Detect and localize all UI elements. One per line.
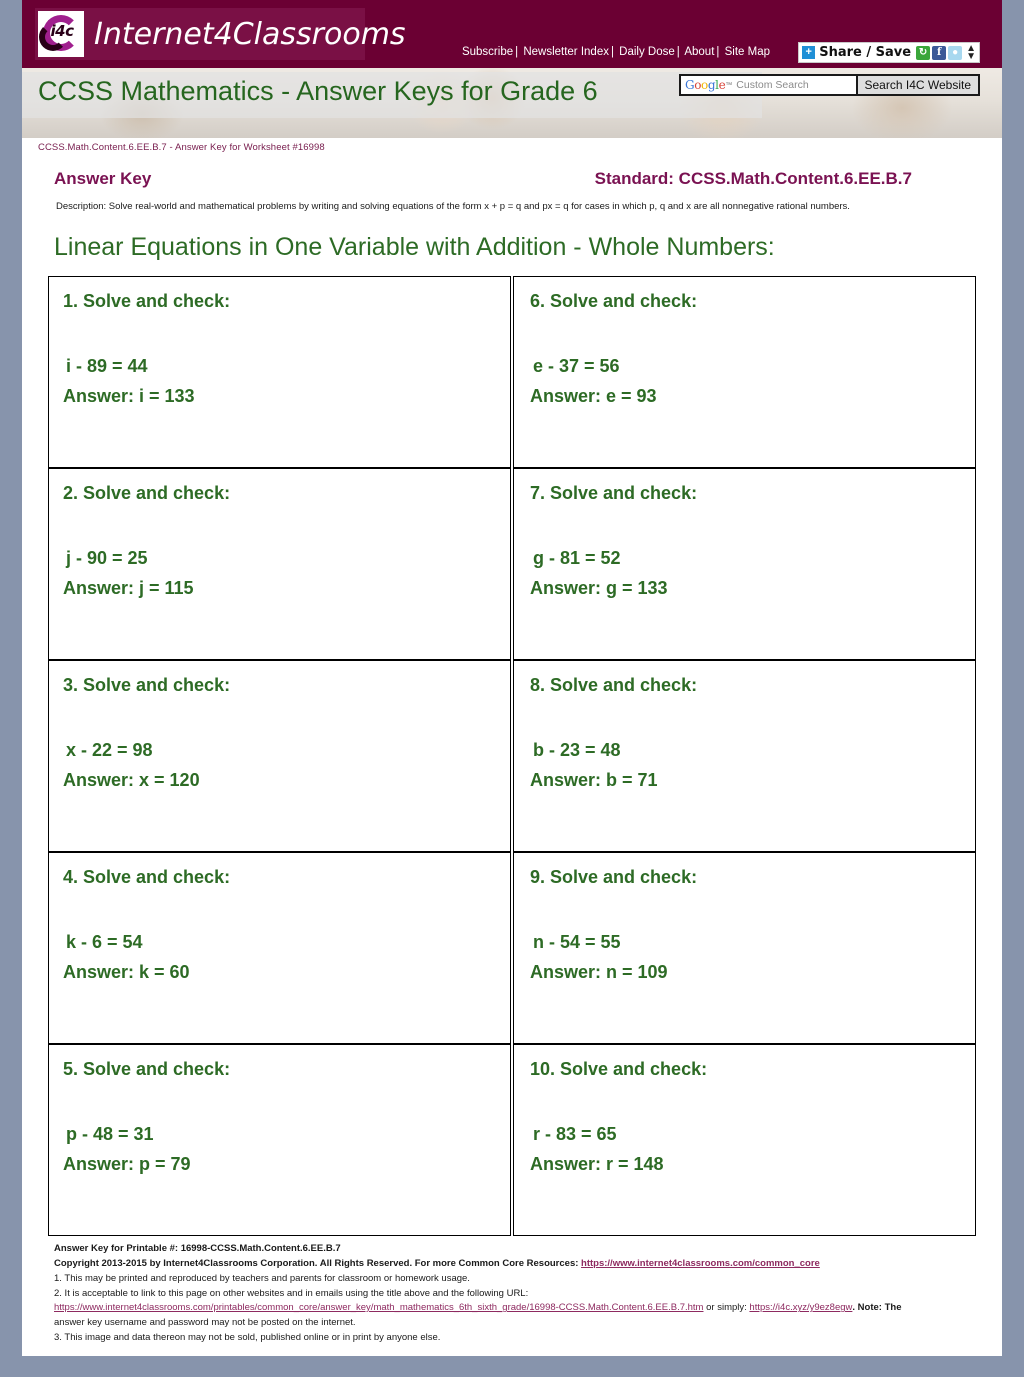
problem-answer: Answer: b = 71 (530, 770, 658, 791)
trademark-icon: ™ (725, 81, 733, 89)
problem-answer: Answer: i = 133 (63, 386, 195, 407)
worksheet-reference: CCSS.Math.Content.6.EE.B.7 - Answer Key … (38, 142, 325, 153)
problem-equation: k - 6 = 54 (66, 932, 143, 953)
problem-heading: 9. Solve and check: (530, 867, 698, 888)
nav-separator: | (676, 46, 680, 58)
problem-equation: i - 89 = 44 (66, 356, 148, 377)
i4c-logo-icon: i4c (38, 11, 84, 57)
site-header: i4c Internet4Classrooms Subscribe | Newsl… (22, 0, 1002, 68)
problem-answer: Answer: x = 120 (63, 770, 200, 791)
problems-column-right: 6. Solve and check: e - 37 = 56 Answer: … (513, 276, 976, 1237)
logo-badge-text: i4c (50, 22, 74, 40)
worksheet-title: Linear Equations in One Variable with Ad… (54, 233, 775, 262)
share-save-widget[interactable]: + Share / Save ↻ f ● ▲ ▼ (798, 42, 980, 63)
footer-note-2: 2. It is acceptable to link to this page… (54, 1287, 529, 1299)
nav-about[interactable]: About (684, 46, 714, 58)
problem-answer: Answer: j = 115 (63, 578, 194, 599)
updown-arrows-icon[interactable]: ▲ ▼ (966, 43, 976, 61)
plus-icon: + (802, 46, 816, 59)
problem-heading: 6. Solve and check: (530, 291, 698, 312)
footer-url-line: https://www.internet4classrooms.com/prin… (48, 1301, 976, 1316)
problem-heading: 2. Solve and check: (63, 483, 231, 504)
search-button[interactable]: Search I4C Website (855, 74, 980, 96)
problem-answer: Answer: g = 133 (530, 578, 668, 599)
problem-cell: 5. Solve and check: p - 48 = 31 Answer: … (48, 1044, 511, 1237)
problem-cell: 7. Solve and check: g - 81 = 52 Answer: … (513, 468, 976, 661)
footer-copyright: Copyright 2013-2015 by Internet4Classroo… (48, 1257, 976, 1272)
problem-heading: 7. Solve and check: (530, 483, 698, 504)
page-container: i4c Internet4Classrooms Subscribe | Newsl… (22, 0, 1002, 1356)
problem-equation: x - 22 = 98 (66, 740, 153, 761)
problem-heading: 5. Solve and check: (63, 1059, 231, 1080)
problem-equation: r - 83 = 65 (533, 1124, 617, 1145)
footer-printable-id: Answer Key for Printable #: 16998-CCSS.M… (54, 1243, 341, 1255)
problem-equation: p - 48 = 31 (66, 1124, 154, 1145)
footer-url-note: . Note: The (852, 1302, 902, 1314)
footer-copyright-text: Copyright 2013-2015 by Internet4Classroo… (54, 1258, 582, 1270)
problem-equation: g - 81 = 52 (533, 548, 621, 569)
page-footer: Answer Key for Printable #: 16998-CCSS.M… (36, 1236, 988, 1345)
problem-equation: b - 23 = 48 (533, 740, 621, 761)
problem-heading: 1. Solve and check: (63, 291, 231, 312)
problem-cell: 8. Solve and check: b - 23 = 48 Answer: … (513, 660, 976, 853)
problem-cell: 6. Solve and check: e - 37 = 56 Answer: … (513, 276, 976, 469)
nav-daily-dose[interactable]: Daily Dose (619, 46, 675, 58)
problem-cell: 10. Solve and check: r - 83 = 65 Answer:… (513, 1044, 976, 1237)
footer-long-url-link[interactable]: https://www.internet4classrooms.com/prin… (54, 1302, 703, 1313)
share-save-label: Share / Save (819, 45, 912, 60)
problem-cell: 9. Solve and check: n - 54 = 55 Answer: … (513, 852, 976, 1045)
problem-cell: 1. Solve and check: i - 89 = 44 Answer: … (48, 276, 511, 469)
share-icon[interactable]: ↻ (916, 45, 931, 60)
problem-equation: e - 37 = 56 (533, 356, 620, 377)
nav-newsletter-index[interactable]: Newsletter Index (523, 46, 609, 58)
problem-equation: n - 54 = 55 (533, 932, 621, 953)
page-title: CCSS Mathematics - Answer Keys for Grade… (38, 76, 598, 106)
answer-key-label: Answer Key (54, 169, 152, 188)
footer-note-1: 1. This may be printed and reproduced by… (54, 1272, 470, 1284)
top-navigation: Subscribe | Newsletter Index | Daily Dose |… (462, 46, 770, 58)
problem-answer: Answer: p = 79 (63, 1154, 191, 1175)
problem-answer: Answer: r = 148 (530, 1154, 664, 1175)
problem-answer: Answer: k = 60 (63, 962, 190, 983)
footer-short-url-link[interactable]: https://i4c.xyz/y9ez8egw (749, 1302, 852, 1313)
footer-url-mid: or simply: (703, 1302, 750, 1314)
problem-equation: j - 90 = 25 (66, 548, 148, 569)
problem-cell: 3. Solve and check: x - 22 = 98 Answer: … (48, 660, 511, 853)
nav-separator: | (716, 46, 720, 58)
answer-key-header-row: Answer Key Standard: CCSS.Math.Content.6… (36, 169, 988, 189)
problem-heading: 10. Solve and check: (530, 1059, 708, 1080)
google-logo-icon: Google (685, 78, 726, 92)
logo-wordmark: Internet4Classrooms (94, 16, 406, 52)
footer-commoncore-link[interactable]: https://www.internet4classrooms.com/comm… (581, 1258, 820, 1269)
problem-answer: Answer: n = 109 (530, 962, 668, 983)
search-placeholder: Custom Search (736, 79, 809, 91)
search-input[interactable]: Google ™ Custom Search (679, 74, 869, 96)
banner-band: CCSS Mathematics - Answer Keys for Grade… (22, 68, 1002, 138)
standard-label: Standard: CCSS.Math.Content.6.EE.B.7 (594, 169, 912, 188)
footer-note-2b: answer key username and password may not… (54, 1316, 356, 1328)
problem-heading: 8. Solve and check: (530, 675, 698, 696)
site-logo[interactable]: i4c Internet4Classrooms (35, 8, 406, 60)
nav-separator: | (610, 46, 614, 58)
footer-note-3: 3. This image and data thereon may not b… (54, 1331, 441, 1343)
problem-cell: 2. Solve and check: j - 90 = 25 Answer: … (48, 468, 511, 661)
nav-site-map[interactable]: Site Map (725, 46, 770, 58)
problem-heading: 3. Solve and check: (63, 675, 231, 696)
problems-grid: 1. Solve and check: i - 89 = 44 Answer: … (48, 276, 976, 1237)
nav-separator: | (515, 46, 519, 58)
problem-cell: 4. Solve and check: k - 6 = 54 Answer: k… (48, 852, 511, 1045)
facebook-icon[interactable]: f (932, 45, 947, 60)
problems-column-left: 1. Solve and check: i - 89 = 44 Answer: … (48, 276, 511, 1237)
nav-subscribe[interactable]: Subscribe (462, 46, 513, 58)
main-content: CCSS.Math.Content.6.EE.B.7 - Answer Key … (22, 138, 1002, 1345)
twitter-icon[interactable]: ● (948, 45, 963, 60)
problem-answer: Answer: e = 93 (530, 386, 657, 407)
standard-description: Description: Solve real-world and mathem… (56, 201, 850, 212)
problem-heading: 4. Solve and check: (63, 867, 231, 888)
